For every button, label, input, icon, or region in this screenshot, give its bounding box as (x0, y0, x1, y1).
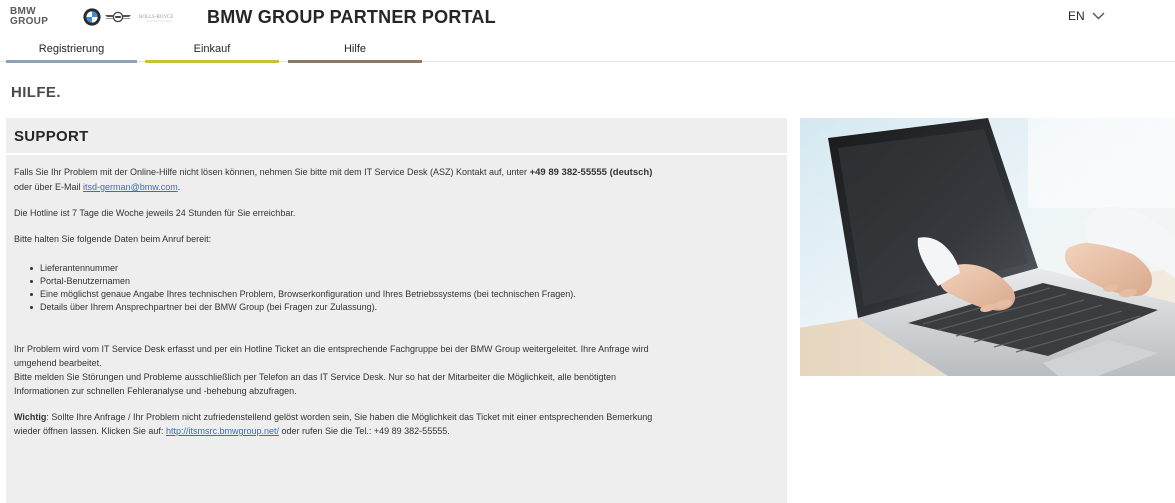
laptop-illustration (798, 118, 1175, 376)
list-item: Portal-Benutzernamen (28, 275, 779, 288)
list-item: Lieferantennummer (28, 262, 779, 275)
itsm-portal-link[interactable]: http://itsmsrc.bmwgroup.net/ (166, 426, 279, 436)
intro-text: Falls Sie Ihr Problem mit der Online-Hil… (14, 167, 528, 177)
important-text-line3: oder rufen Sie die Tel.: +49 89 382-5555… (279, 426, 450, 436)
tab-registrierung-label: Registrierung (38, 43, 105, 55)
process-paragraph: Ihr Problem wird vom IT Service Desk erf… (14, 342, 779, 398)
list-item: Details über Ihrem Ansprechpartner bei d… (28, 301, 779, 314)
list-item: Eine möglichst genaue Angabe Ihres techn… (28, 288, 779, 301)
tab-hilfe[interactable]: Hilfe (288, 41, 422, 63)
important-text-line1: : Sollte Ihre Anfrage / Ihr Problem nich… (46, 412, 653, 422)
language-selector[interactable]: EN (1068, 9, 1105, 23)
support-content: Falls Sie Ihr Problem mit der Online-Hil… (6, 155, 787, 438)
tab-einkauf-indicator (145, 60, 279, 63)
phone-only-line2: Informationen zur schnellen Fehleranalys… (14, 386, 297, 396)
tab-registrierung[interactable]: Registrierung (6, 41, 137, 63)
important-label: Wichtig (14, 412, 47, 422)
phone-only-line1: Bitte melden Sie Störungen und Probleme … (14, 372, 616, 382)
email-suffix: . (177, 182, 181, 192)
important-text-line2: wieder öffnen lassen. Klicken Sie auf: (14, 426, 164, 436)
laptop-typing-image (798, 118, 1175, 376)
tab-hilfe-indicator (288, 60, 422, 63)
process-line2: umgehend bearbeitet. (14, 358, 102, 368)
language-label: EN (1068, 9, 1085, 23)
intro-paragraph: Falls Sie Ihr Problem mit der Online-Hil… (14, 165, 779, 194)
support-header: SUPPORT (6, 118, 787, 155)
prepare-paragraph: Bitte halten Sie folgende Daten beim Anr… (14, 234, 212, 244)
support-panel: SUPPORT Falls Sie Ihr Problem mit der On… (6, 118, 787, 503)
rolls-royce-logo: ROLLS-ROYCE (139, 15, 173, 22)
mini-wings-icon (105, 11, 131, 23)
chevron-down-icon (1092, 12, 1105, 20)
bmw-roundel-icon (83, 8, 101, 26)
support-title: SUPPORT (14, 128, 89, 145)
tab-einkauf[interactable]: Einkauf (145, 41, 279, 63)
page-title: HILFE. (11, 84, 61, 101)
tab-einkauf-label: Einkauf (193, 43, 231, 55)
email-prefix: oder über E-Mail (14, 182, 81, 192)
bmw-group-logo[interactable]: BMW GROUP (10, 7, 48, 27)
portal-title: BMW GROUP PARTNER PORTAL (207, 7, 496, 27)
tab-registrierung-indicator (6, 60, 137, 63)
support-email-link[interactable]: itsd-german@bmw.com (83, 182, 178, 192)
site-header: BMW GROUP ROLLS-ROYCE BMW GROUP PARTNER … (0, 0, 1175, 38)
required-data-list: Lieferantennummer Portal-Benutzernamen E… (14, 262, 779, 314)
important-paragraph: Wichtig: Sollte Ihre Anfrage / Ihr Probl… (14, 410, 779, 438)
support-phone-number: +49 89 382-55555 (deutsch) (529, 167, 653, 178)
process-line1: Ihr Problem wird vom IT Service Desk erf… (14, 344, 649, 354)
group-logo-line2: GROUP (10, 16, 49, 27)
main-navigation: Registrierung Einkauf Hilfe (0, 41, 1175, 63)
tab-hilfe-label: Hilfe (343, 43, 366, 55)
svg-text:ROLLS-ROYCE: ROLLS-ROYCE (139, 15, 173, 20)
hotline-paragraph: Die Hotline ist 7 Tage die Woche jeweils… (14, 208, 296, 218)
